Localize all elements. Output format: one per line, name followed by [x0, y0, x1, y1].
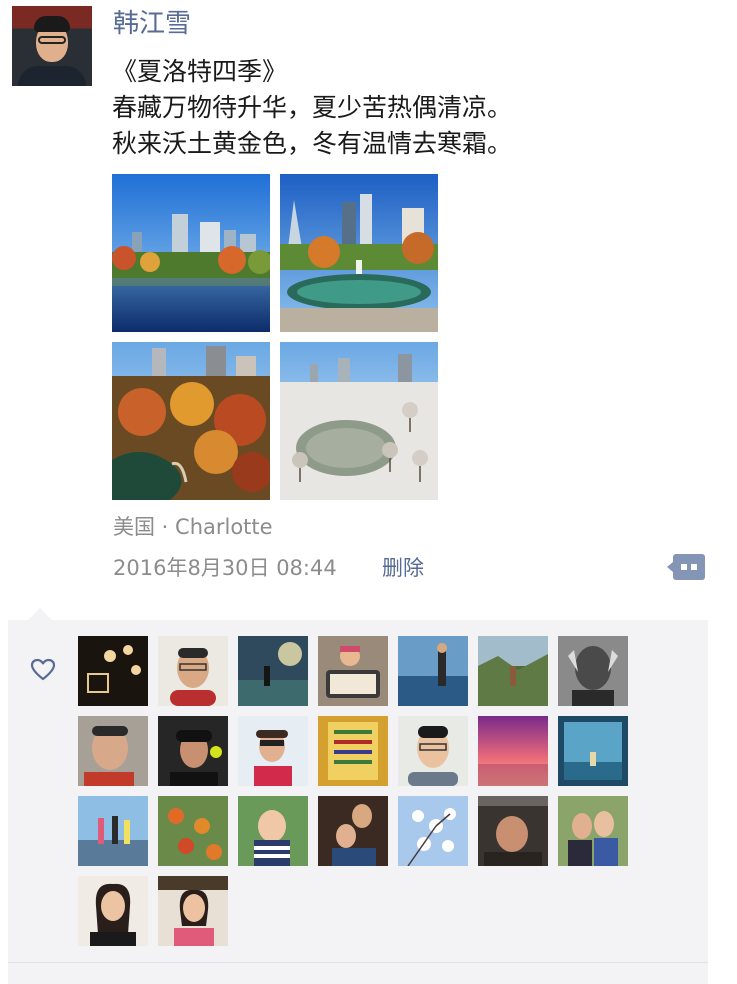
post-line-2: 秋来沃土黄金色，冬有温情去寒霜。 — [112, 129, 513, 158]
post-timestamp: 2016年8月30日 08:44 — [113, 556, 337, 580]
post-text: 《夏洛特四季》 春藏万物待升华，夏少苦热偶清凉。 秋来沃土黄金色，冬有温情去寒霜… — [112, 54, 512, 162]
feed-bottom-divider — [8, 962, 708, 984]
liker-avatar[interactable] — [398, 716, 468, 786]
liker-avatar[interactable] — [478, 636, 548, 706]
liker-avatar[interactable] — [478, 796, 548, 866]
liker-avatar[interactable] — [78, 876, 148, 946]
liker-avatar[interactable] — [158, 716, 228, 786]
liker-avatar[interactable] — [78, 636, 148, 706]
photo-winter[interactable] — [280, 342, 438, 500]
post-title-line: 《夏洛特四季》 — [112, 57, 288, 86]
post-location[interactable]: 美国 · Charlotte — [113, 512, 273, 542]
liker-avatar[interactable] — [558, 636, 628, 706]
delete-button[interactable]: 删除 — [382, 553, 424, 583]
photo-summer[interactable] — [280, 174, 438, 332]
photo-autumn[interactable] — [112, 342, 270, 500]
author-name[interactable]: 韩江雪 — [113, 6, 191, 42]
more-actions-button[interactable] — [667, 552, 705, 582]
author-avatar[interactable] — [12, 6, 92, 86]
liker-avatar[interactable] — [398, 636, 468, 706]
liker-avatar[interactable] — [318, 636, 388, 706]
liker-avatar[interactable] — [238, 636, 308, 706]
liker-avatar[interactable] — [318, 796, 388, 866]
liker-avatar[interactable] — [318, 716, 388, 786]
likes-panel-arrow — [28, 608, 52, 620]
liker-avatar[interactable] — [238, 716, 308, 786]
liker-avatar[interactable] — [398, 796, 468, 866]
liker-avatar[interactable] — [478, 716, 548, 786]
comment-icon — [667, 554, 705, 580]
liker-avatar[interactable] — [158, 636, 228, 706]
post-line-1: 春藏万物待升华，夏少苦热偶清凉。 — [112, 93, 513, 122]
photo-spring[interactable] — [112, 174, 270, 332]
liker-avatar[interactable] — [558, 716, 628, 786]
liker-avatar[interactable] — [78, 796, 148, 866]
liker-avatar[interactable] — [78, 716, 148, 786]
liker-avatar[interactable] — [238, 796, 308, 866]
heart-outline-icon — [30, 658, 56, 682]
liker-avatar[interactable] — [158, 796, 228, 866]
liker-avatar[interactable] — [558, 796, 628, 866]
liker-avatar[interactable] — [158, 876, 228, 946]
